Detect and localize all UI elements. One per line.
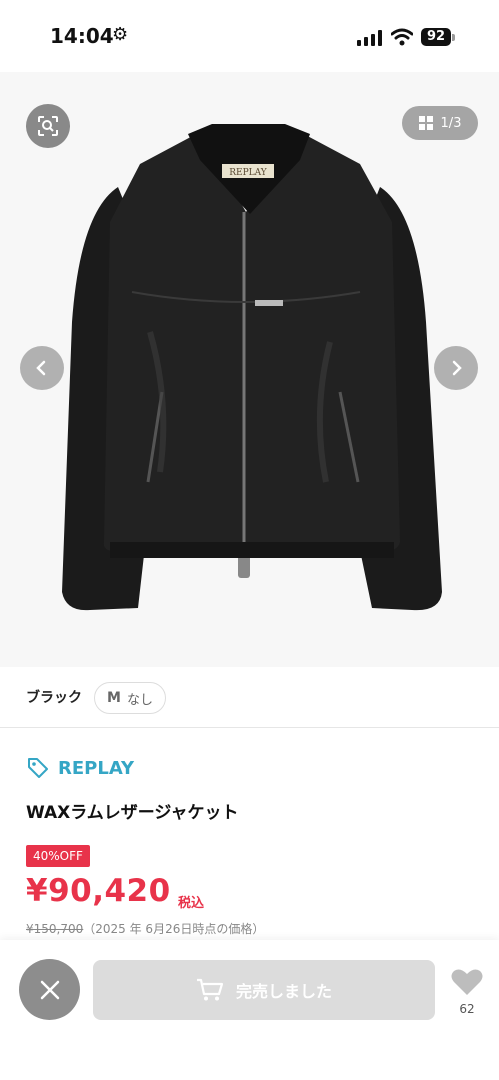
like-count: 62 <box>459 1002 475 1016</box>
sold-out-button[interactable]: 完売しました <box>93 960 435 1020</box>
wifi-icon <box>391 28 413 46</box>
discount-badge: 40%OFF <box>26 845 90 867</box>
color-label: ブラック <box>26 690 82 706</box>
brand-link[interactable]: REPLAY <box>26 756 134 780</box>
battery-indicator: 92 <box>421 28 451 46</box>
status-bar: 14:04 ⚙ 92 <box>0 0 499 72</box>
image-counter-total: 3 <box>453 115 462 131</box>
signal-icon <box>357 30 382 46</box>
cart-icon <box>196 978 224 1001</box>
variant-row: ブラック M なし <box>0 667 499 728</box>
size-chip[interactable]: M なし <box>94 682 166 714</box>
tax-label: 税込 <box>178 896 205 911</box>
product-photo: REPLAY <box>0 72 499 667</box>
close-icon <box>40 980 59 999</box>
original-price-row: ¥150,700（2025 年 6月26日時点の価格） <box>26 920 264 937</box>
brand-name: REPLAY <box>58 757 135 779</box>
product-image-gallery[interactable]: REPLAY 1/3 <box>0 72 499 667</box>
sold-out-label: 完売しました <box>235 982 332 1001</box>
price-note: （2025 年 6月26日時点の価格） <box>83 922 265 936</box>
gear-icon: ⚙ <box>112 24 129 45</box>
close-button[interactable] <box>19 959 80 1020</box>
next-image-button[interactable] <box>434 346 478 390</box>
original-price: ¥150,700 <box>26 922 84 936</box>
image-counter-text: 1/3 <box>441 116 462 131</box>
battery-tip <box>452 34 455 41</box>
image-counter[interactable]: 1/3 <box>402 106 478 140</box>
size-stock: なし <box>126 692 153 708</box>
image-search-icon <box>38 116 58 136</box>
image-search-button[interactable] <box>26 104 70 148</box>
size-letter: M <box>107 690 121 706</box>
image-counter-current: 1 <box>440 115 449 131</box>
bottom-action-bar: 完売しました 62 <box>0 940 499 1080</box>
product-title: WAXラムレザージャケット <box>26 803 239 823</box>
chevron-right-icon <box>452 360 462 376</box>
current-price: ¥90,420 <box>26 873 171 909</box>
like-button[interactable]: 62 <box>447 968 487 1016</box>
svg-text:REPLAY: REPLAY <box>229 168 268 178</box>
chevron-left-icon <box>36 360 46 376</box>
heart-icon <box>451 969 483 995</box>
previous-image-button[interactable] <box>20 346 64 390</box>
grid-icon <box>418 116 433 130</box>
status-time: 14:04 <box>50 24 114 48</box>
tag-icon <box>28 758 48 778</box>
